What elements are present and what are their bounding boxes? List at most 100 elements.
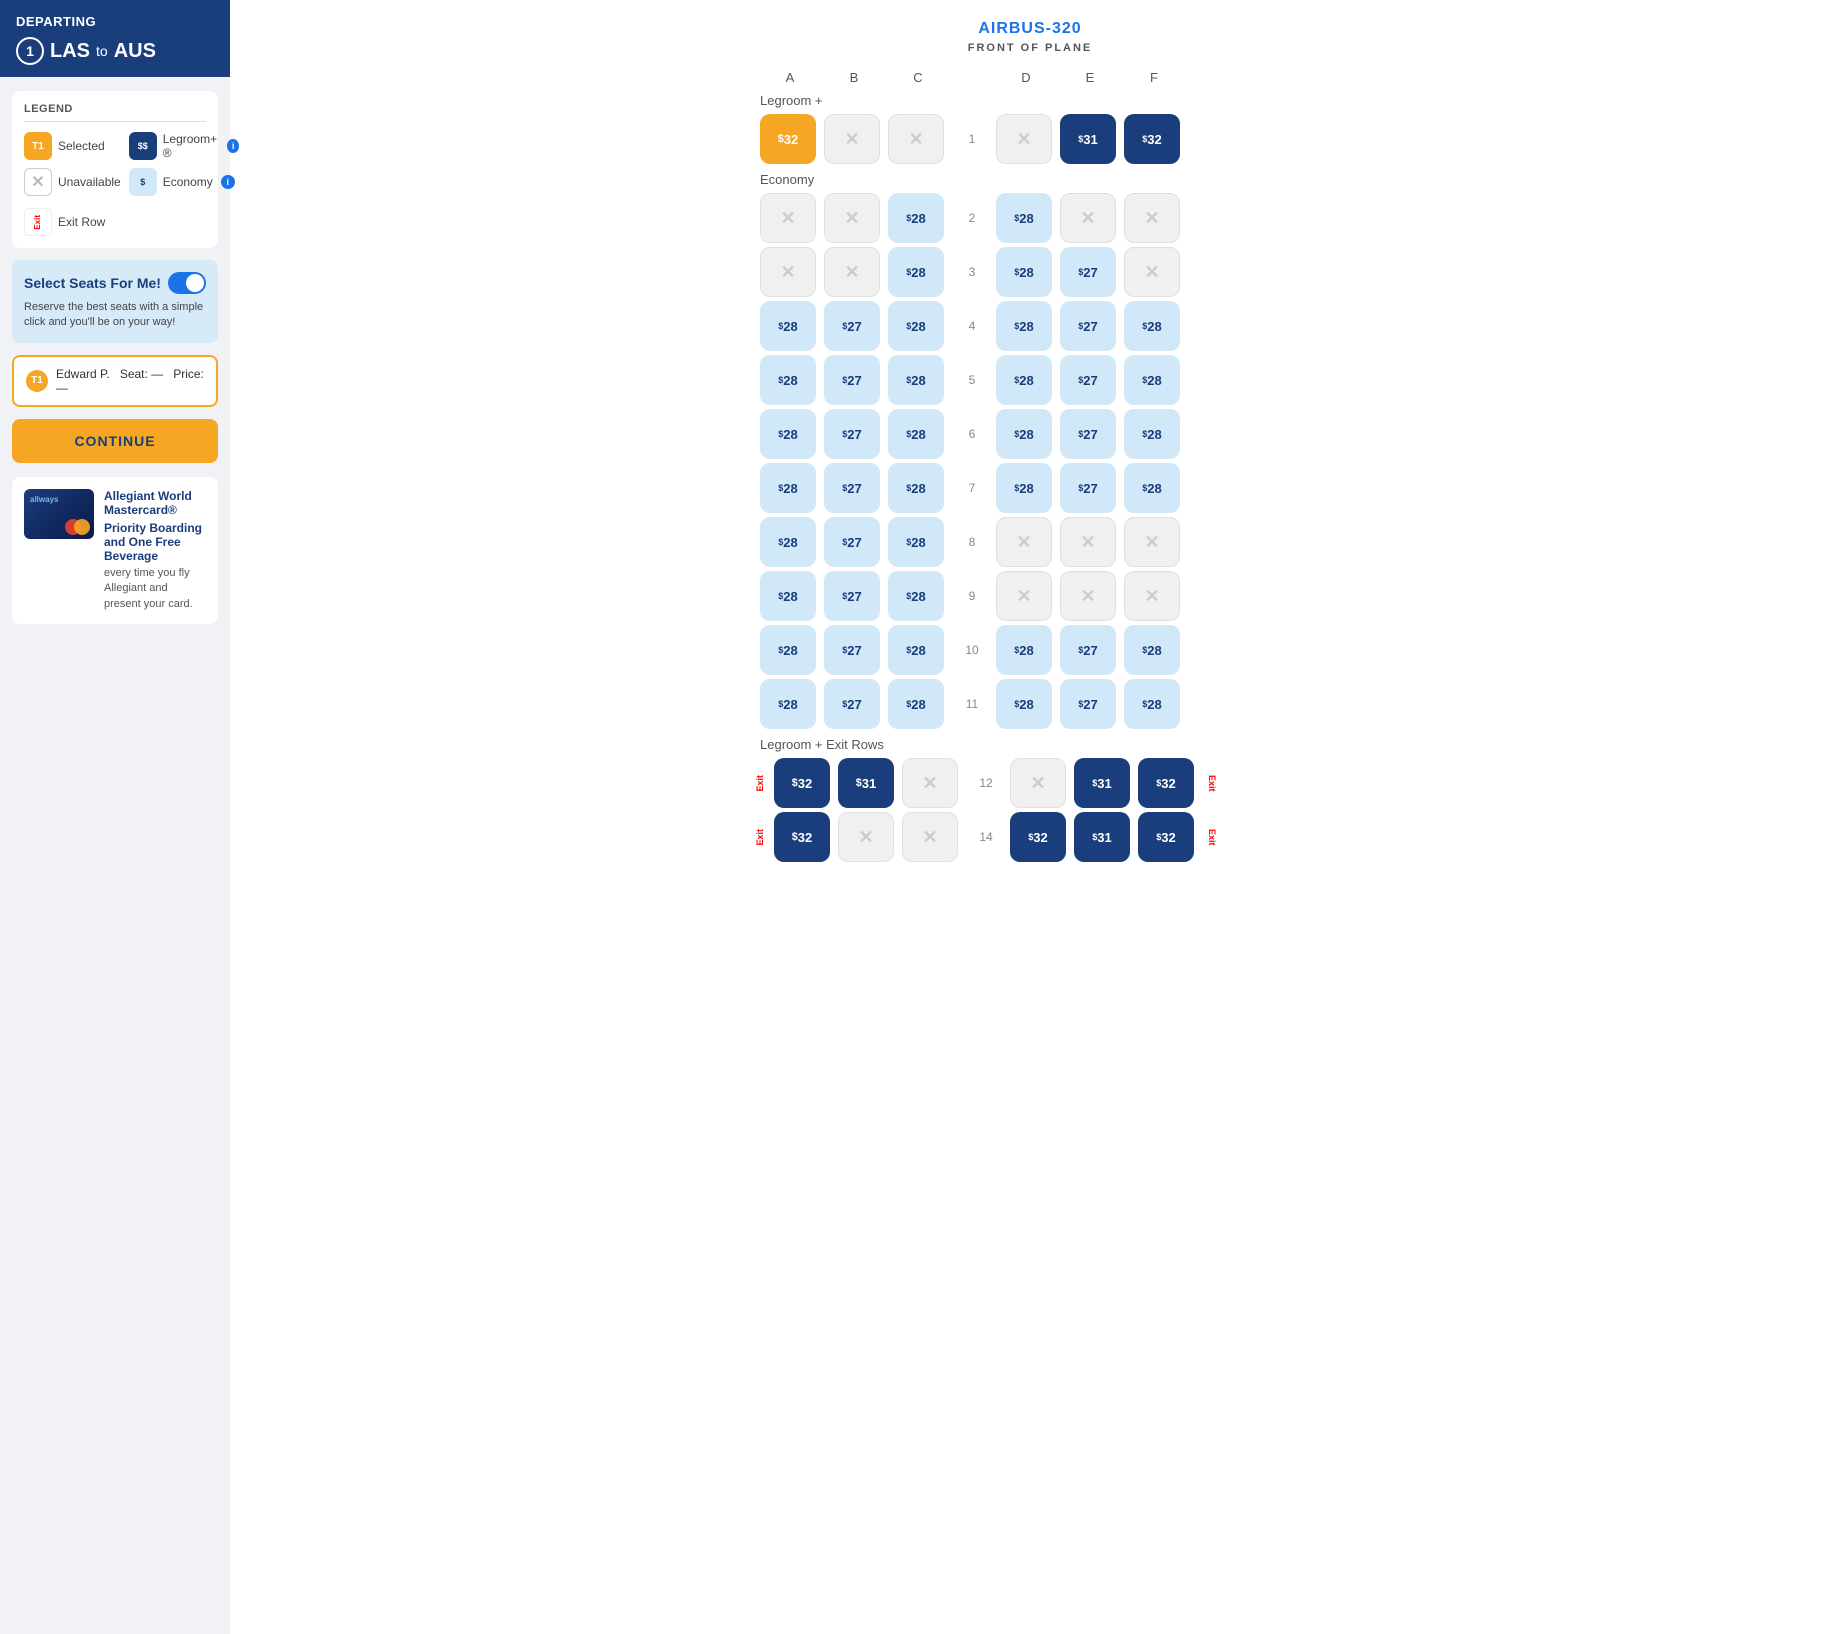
- seat-10D[interactable]: $28: [996, 625, 1052, 675]
- seat-5F[interactable]: $28: [1124, 355, 1180, 405]
- select-seats-box: Select Seats For Me! Reserve the best se…: [12, 260, 218, 343]
- seat-6D[interactable]: $28: [996, 409, 1052, 459]
- seat-12D: ✕: [1010, 758, 1066, 808]
- seat-5E[interactable]: $27: [1060, 355, 1116, 405]
- seat-1C: ✕: [888, 114, 944, 164]
- seat-3E[interactable]: $27: [1060, 247, 1116, 297]
- seat-2B: ✕: [824, 193, 880, 243]
- seat-3C[interactable]: $28: [888, 247, 944, 297]
- seat-2C[interactable]: $28: [888, 193, 944, 243]
- seat-1B: ✕: [824, 114, 880, 164]
- seat-14E[interactable]: $31: [1074, 812, 1130, 862]
- seat-10E[interactable]: $27: [1060, 625, 1116, 675]
- seat-5B[interactable]: $27: [824, 355, 880, 405]
- exit-label-right-14: Exit: [1202, 829, 1222, 846]
- seat-11E[interactable]: $27: [1060, 679, 1116, 729]
- col-c: C: [888, 70, 948, 85]
- seat-8C[interactable]: $28: [888, 517, 944, 567]
- seat-9D: ✕: [996, 571, 1052, 621]
- seat-1E[interactable]: $31: [1060, 114, 1116, 164]
- seat-10B[interactable]: $27: [824, 625, 880, 675]
- departing-header: DEPARTING 1 LAS to AUS: [0, 0, 230, 77]
- seat-9F: ✕: [1124, 571, 1180, 621]
- select-seats-title: Select Seats For Me!: [24, 275, 161, 291]
- seat-9C[interactable]: $28: [888, 571, 944, 621]
- seat-10A[interactable]: $28: [760, 625, 816, 675]
- row-num-5: 5: [952, 373, 992, 387]
- seat-1F[interactable]: $32: [1124, 114, 1180, 164]
- seat-14A[interactable]: $32: [774, 812, 830, 862]
- seat-12B[interactable]: $31: [838, 758, 894, 808]
- mastercard-circles: [65, 519, 90, 535]
- seat-4E[interactable]: $27: [1060, 301, 1116, 351]
- seat-10F[interactable]: $28: [1124, 625, 1180, 675]
- seat-9B[interactable]: $27: [824, 571, 880, 621]
- seat-7A[interactable]: $28: [760, 463, 816, 513]
- seat-4F[interactable]: $28: [1124, 301, 1180, 351]
- seat-row-12: Exit $32 $31 ✕ 12 ✕ $31 $32 Exit: [750, 758, 1310, 808]
- seat-11A[interactable]: $28: [760, 679, 816, 729]
- card-logo-text: allways: [30, 495, 58, 504]
- select-seats-toggle[interactable]: [168, 272, 206, 294]
- seat-6E[interactable]: $27: [1060, 409, 1116, 459]
- seat-3B: ✕: [824, 247, 880, 297]
- seat-row-8: $28 $27 $28 8 ✕ ✕ ✕: [750, 517, 1310, 567]
- seat-5A[interactable]: $28: [760, 355, 816, 405]
- exit-badge: Exit: [24, 208, 52, 236]
- passenger-box: T1 Edward P. Seat: — Price: —: [12, 355, 218, 407]
- row-num-4: 4: [952, 319, 992, 333]
- seat-7C[interactable]: $28: [888, 463, 944, 513]
- row-num-10: 10: [952, 643, 992, 657]
- seat-12F[interactable]: $32: [1138, 758, 1194, 808]
- seat-8B[interactable]: $27: [824, 517, 880, 567]
- seat-4D[interactable]: $28: [996, 301, 1052, 351]
- legend-box: LEGEND T1 Selected $$ Legroom+ ® i ✕ Una…: [12, 91, 218, 248]
- unavailable-label: Unavailable: [58, 175, 121, 189]
- exit-label-left-12: Exit: [750, 775, 770, 792]
- seat-11C[interactable]: $28: [888, 679, 944, 729]
- seat-row-6: $28 $27 $28 6 $28 $27 $28: [750, 409, 1310, 459]
- seat-7D[interactable]: $28: [996, 463, 1052, 513]
- seat-8A[interactable]: $28: [760, 517, 816, 567]
- seat-4A[interactable]: $28: [760, 301, 816, 351]
- seat-11D[interactable]: $28: [996, 679, 1052, 729]
- seat-7E[interactable]: $27: [1060, 463, 1116, 513]
- seat-12E[interactable]: $31: [1074, 758, 1130, 808]
- seat-map: A B C D E F Legroom + $32 ✕ ✕ 1 ✕ $31 $3…: [750, 70, 1310, 862]
- seat-2D[interactable]: $28: [996, 193, 1052, 243]
- seat-6C[interactable]: $28: [888, 409, 944, 459]
- seat-4B[interactable]: $27: [824, 301, 880, 351]
- unavailable-badge: ✕: [24, 168, 52, 196]
- seat-6F[interactable]: $28: [1124, 409, 1180, 459]
- seat-12A[interactable]: $32: [774, 758, 830, 808]
- seat-9A[interactable]: $28: [760, 571, 816, 621]
- seat-5D[interactable]: $28: [996, 355, 1052, 405]
- seat-14F[interactable]: $32: [1138, 812, 1194, 862]
- seat-7B[interactable]: $27: [824, 463, 880, 513]
- seat-row-11: $28 $27 $28 11 $28 $27 $28: [750, 679, 1310, 729]
- seat-10C[interactable]: $28: [888, 625, 944, 675]
- seat-7F[interactable]: $28: [1124, 463, 1180, 513]
- front-label: FRONT OF PLANE: [260, 42, 1800, 54]
- origin: LAS: [50, 40, 90, 63]
- seat-14D[interactable]: $32: [1010, 812, 1066, 862]
- seat-1A[interactable]: $32: [760, 114, 816, 164]
- seat-2F: ✕: [1124, 193, 1180, 243]
- passenger-name: Edward P.: [56, 367, 110, 381]
- seat-3D[interactable]: $28: [996, 247, 1052, 297]
- continue-button[interactable]: CONTINUE: [12, 419, 218, 463]
- selected-label: Selected: [58, 139, 105, 153]
- seat-11B[interactable]: $27: [824, 679, 880, 729]
- seat-11F[interactable]: $28: [1124, 679, 1180, 729]
- row-num-9: 9: [952, 589, 992, 603]
- seat-14B: ✕: [838, 812, 894, 862]
- right-panel: AIRBUS-320 FRONT OF PLANE A B C D E F Le…: [230, 0, 1830, 1634]
- col-e: E: [1060, 70, 1120, 85]
- seat-6A[interactable]: $28: [760, 409, 816, 459]
- seat-4C[interactable]: $28: [888, 301, 944, 351]
- seat-label: Seat: —: [120, 367, 163, 381]
- seat-5C[interactable]: $28: [888, 355, 944, 405]
- economy-label: Economy: [163, 175, 213, 189]
- legroom-label: Legroom+ ®: [163, 132, 219, 160]
- seat-6B[interactable]: $27: [824, 409, 880, 459]
